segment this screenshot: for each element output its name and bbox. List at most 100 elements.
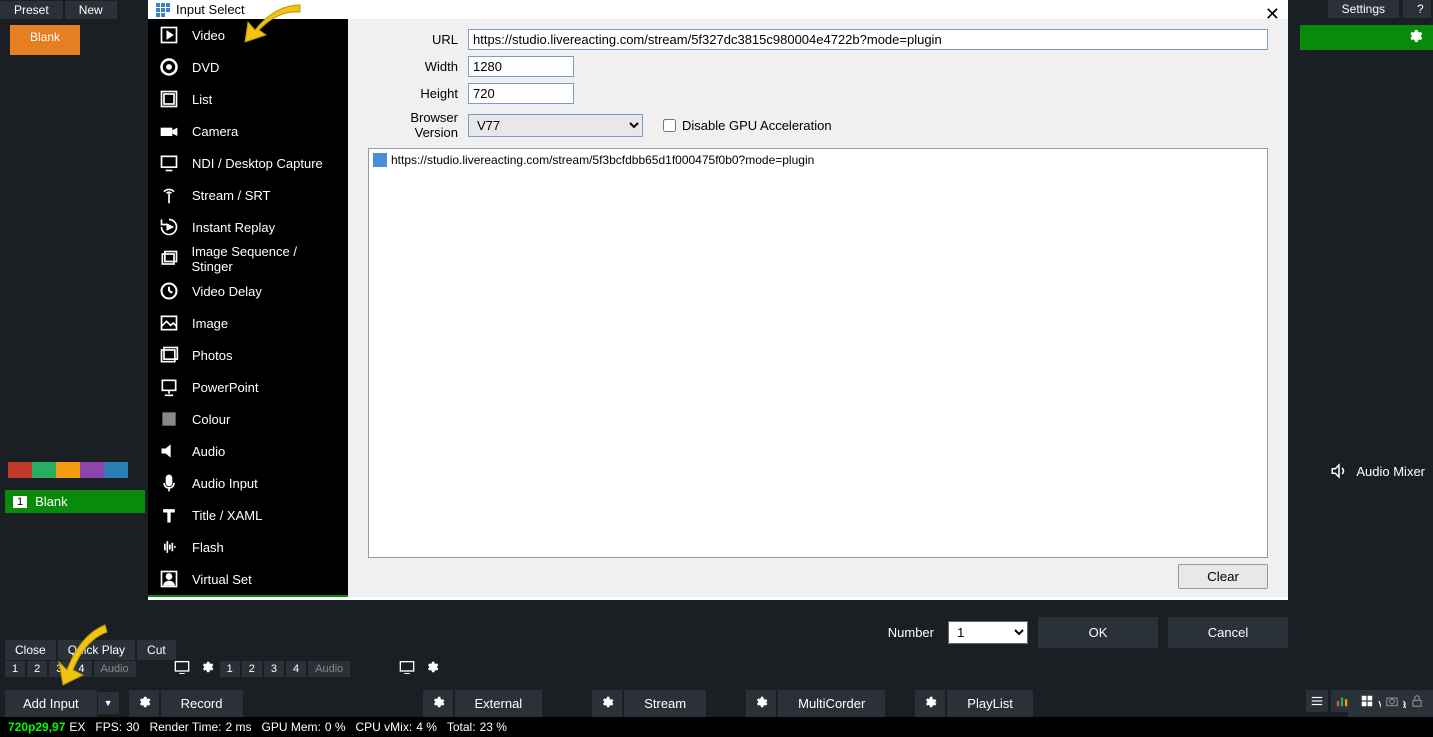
multicorder-button[interactable]: MultiCorder bbox=[778, 690, 885, 717]
overlay-r3[interactable]: 3 bbox=[264, 661, 284, 677]
list-view-icon[interactable] bbox=[1306, 690, 1328, 712]
sidebar-item-powerpoint[interactable]: PowerPoint bbox=[148, 371, 348, 403]
url-input[interactable] bbox=[468, 29, 1268, 50]
input-type-sidebar: VideoDVDListCameraNDI / Desktop CaptureS… bbox=[148, 19, 348, 597]
audio-mixer-button[interactable]: Audio Mixer bbox=[1330, 462, 1425, 480]
sidebar-item-photos[interactable]: Photos bbox=[148, 339, 348, 371]
output-gear-icon[interactable] bbox=[1407, 28, 1423, 47]
gear-icon-right[interactable] bbox=[425, 660, 439, 677]
monitor-icon[interactable] bbox=[174, 660, 190, 677]
text-icon bbox=[158, 504, 180, 526]
sidebar-item-dvd[interactable]: DVD bbox=[148, 51, 348, 83]
sequence-icon bbox=[158, 248, 179, 270]
sidebar-item-image[interactable]: Image bbox=[148, 307, 348, 339]
add-input-button[interactable]: Add Input bbox=[5, 690, 97, 717]
lock-icon[interactable] bbox=[1406, 690, 1428, 712]
sidebar-item-label: Flash bbox=[192, 540, 224, 555]
gear-icon-left[interactable] bbox=[200, 660, 214, 677]
settings-button[interactable]: Settings bbox=[1328, 0, 1399, 18]
browser-list[interactable]: https://studio.livereacting.com/stream/5… bbox=[368, 148, 1268, 558]
ok-button[interactable]: OK bbox=[1038, 617, 1158, 648]
overlay-color-strip bbox=[8, 462, 128, 478]
cut-button[interactable]: Cut bbox=[137, 640, 176, 660]
close-button[interactable]: Close bbox=[5, 640, 56, 660]
arrow-annotation-video bbox=[240, 0, 310, 45]
sidebar-item-stream-srt[interactable]: Stream / SRT bbox=[148, 179, 348, 211]
record-gear-icon[interactable] bbox=[129, 690, 159, 717]
input-label: Blank bbox=[35, 494, 68, 509]
color-swatch-4[interactable] bbox=[104, 462, 128, 478]
speaker-icon bbox=[1330, 462, 1348, 480]
external-button[interactable]: External bbox=[455, 690, 543, 717]
overlay-r2[interactable]: 2 bbox=[242, 661, 262, 677]
antenna-icon bbox=[158, 184, 180, 206]
replay-icon bbox=[158, 216, 180, 238]
dialog-title-text: Input Select bbox=[176, 2, 245, 17]
sidebar-item-video-delay[interactable]: Video Delay bbox=[148, 275, 348, 307]
status-ex: EX bbox=[69, 720, 85, 734]
sidebar-item-label: Photos bbox=[192, 348, 232, 363]
new-button[interactable]: New bbox=[65, 1, 117, 19]
disc-icon bbox=[158, 56, 180, 78]
grid-view-icon[interactable] bbox=[1356, 690, 1378, 712]
sidebar-item-camera[interactable]: Camera bbox=[148, 115, 348, 147]
colour-icon bbox=[158, 408, 180, 430]
multicorder-gear-icon[interactable] bbox=[746, 690, 776, 717]
preset-button[interactable]: Preset bbox=[0, 1, 63, 19]
clear-button[interactable]: Clear bbox=[1178, 564, 1268, 589]
color-swatch-3[interactable] bbox=[80, 462, 104, 478]
sidebar-item-label: DVD bbox=[192, 60, 219, 75]
sidebar-item-instant-replay[interactable]: Instant Replay bbox=[148, 211, 348, 243]
bars-icon[interactable] bbox=[1331, 690, 1353, 712]
browser-version-select[interactable]: V77 bbox=[468, 114, 643, 137]
input-1-row[interactable]: 1 Blank bbox=[5, 490, 145, 513]
disable-gpu-label: Disable GPU Acceleration bbox=[682, 118, 832, 133]
sidebar-item-label: NDI / Desktop Capture bbox=[192, 156, 323, 171]
height-label: Height bbox=[368, 86, 458, 101]
audio-tab-right[interactable]: Audio bbox=[308, 661, 350, 677]
cancel-button[interactable]: Cancel bbox=[1168, 617, 1288, 648]
list-item[interactable]: https://studio.livereacting.com/stream/5… bbox=[373, 153, 1263, 167]
sidebar-item-list[interactable]: List bbox=[148, 83, 348, 115]
sidebar-item-audio-input[interactable]: Audio Input bbox=[148, 467, 348, 499]
stream-gear-icon[interactable] bbox=[592, 690, 622, 717]
record-button[interactable]: Record bbox=[161, 690, 243, 717]
monitor-icon-right[interactable] bbox=[399, 660, 415, 677]
preview-input-blank[interactable]: Blank bbox=[10, 25, 80, 55]
overlay-1[interactable]: 1 bbox=[5, 661, 25, 677]
gpu-label: GPU Mem: bbox=[261, 720, 320, 734]
playlist-button[interactable]: PlayList bbox=[947, 690, 1033, 717]
sidebar-item-title-xaml[interactable]: Title / XAML bbox=[148, 499, 348, 531]
stream-button[interactable]: Stream bbox=[624, 690, 706, 717]
color-swatch-0[interactable] bbox=[8, 462, 32, 478]
color-swatch-1[interactable] bbox=[32, 462, 56, 478]
external-gear-icon[interactable] bbox=[423, 690, 453, 717]
color-swatch-2[interactable] bbox=[56, 462, 80, 478]
wave-icon bbox=[158, 536, 180, 558]
width-input[interactable] bbox=[468, 56, 574, 77]
overlay-r1[interactable]: 1 bbox=[220, 661, 240, 677]
sidebar-item-audio[interactable]: Audio bbox=[148, 435, 348, 467]
sidebar-item-label: Instant Replay bbox=[192, 220, 275, 235]
overlay-r4[interactable]: 4 bbox=[286, 661, 306, 677]
disable-gpu-checkbox[interactable] bbox=[663, 119, 676, 132]
number-select[interactable]: 1 bbox=[948, 621, 1028, 644]
width-label: Width bbox=[368, 59, 458, 74]
help-button[interactable]: ? bbox=[1403, 0, 1431, 18]
camera-snap-icon[interactable] bbox=[1381, 690, 1403, 712]
sidebar-item-virtual-set[interactable]: Virtual Set bbox=[148, 563, 348, 595]
sidebar-item-web-browser[interactable]: Web Browser bbox=[148, 595, 348, 597]
clock-icon bbox=[158, 280, 180, 302]
playlist-gear-icon[interactable] bbox=[915, 690, 945, 717]
sidebar-item-ndi-desktop-capture[interactable]: NDI / Desktop Capture bbox=[148, 147, 348, 179]
add-input-dropdown[interactable]: ▼ bbox=[98, 692, 119, 714]
image-icon bbox=[158, 312, 180, 334]
height-input[interactable] bbox=[468, 83, 574, 104]
input-number: 1 bbox=[13, 496, 27, 508]
arrow-annotation-add-input bbox=[55, 620, 115, 690]
overlay-2[interactable]: 2 bbox=[27, 661, 47, 677]
sidebar-item-flash[interactable]: Flash bbox=[148, 531, 348, 563]
sidebar-item-colour[interactable]: Colour bbox=[148, 403, 348, 435]
browser-mini-icon bbox=[373, 153, 387, 167]
sidebar-item-image-sequence-stinger[interactable]: Image Sequence / Stinger bbox=[148, 243, 348, 275]
